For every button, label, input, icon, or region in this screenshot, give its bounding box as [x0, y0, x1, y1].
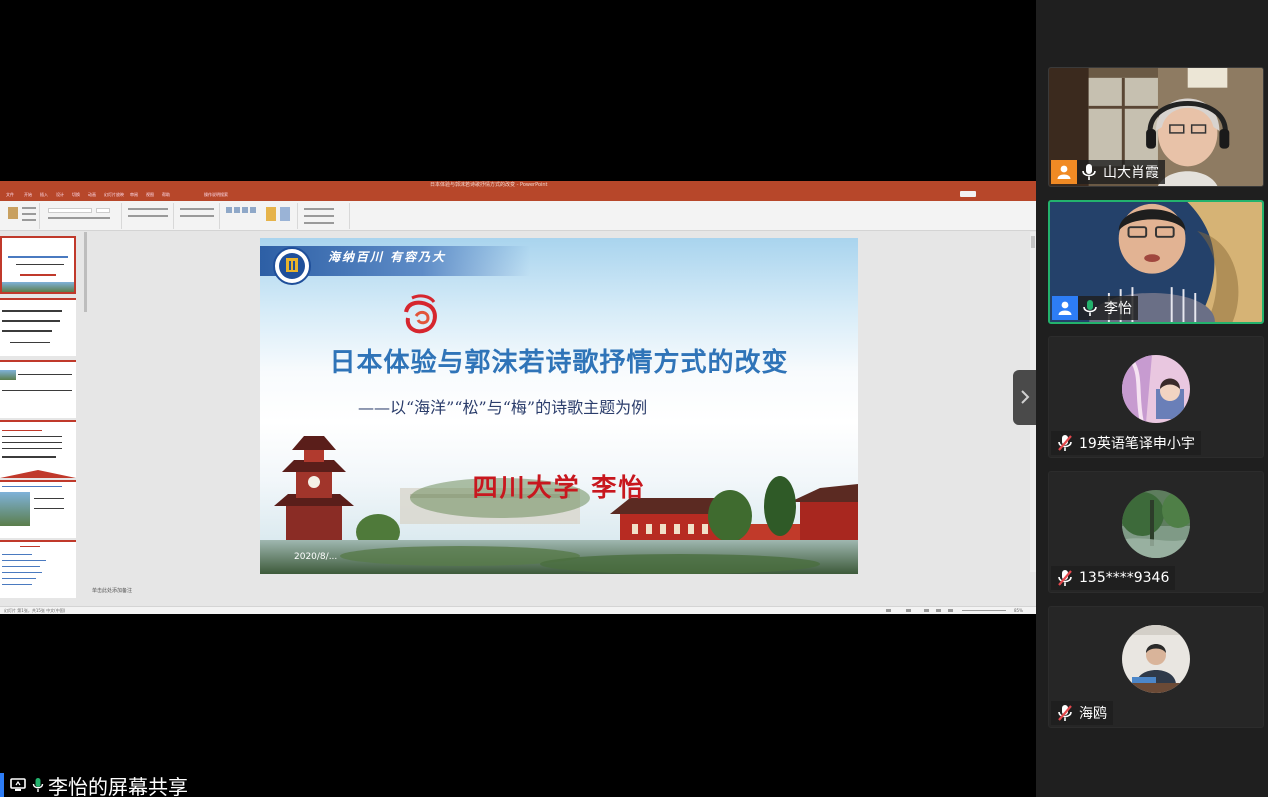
- ribbon-group-font: [42, 203, 122, 229]
- slide-thumbnail[interactable]: [0, 298, 76, 356]
- slide-subtitle: ——以“海洋”“松”与“梅”的诗歌主题为例: [358, 398, 648, 417]
- participant-tile[interactable]: 19英语笔译申小宇: [1048, 336, 1264, 458]
- slide-author: 四川大学 李怡: [472, 473, 646, 502]
- slide-motto: 海纳百川 有容乃大: [328, 250, 447, 264]
- slide-thumbnail[interactable]: [0, 236, 76, 294]
- notes-placeholder[interactable]: 单击此处添加备注: [92, 587, 132, 594]
- microphone-speaking-icon[interactable]: [1082, 299, 1098, 317]
- avatar-image: [1122, 355, 1190, 423]
- tab-slideshow[interactable]: 幻灯片放映: [104, 191, 124, 199]
- ribbon-group-editing: [300, 203, 350, 229]
- avatar-image: [1122, 490, 1190, 558]
- ribbon-group-slides: [176, 203, 220, 229]
- slide-thumbnail[interactable]: [0, 360, 76, 418]
- university-seal-icon: [273, 247, 311, 285]
- screen-share-owner: 李怡的屏幕共享: [48, 774, 188, 797]
- participant-name: 135****9346: [1079, 570, 1170, 586]
- slide-thumbnail[interactable]: [0, 420, 76, 478]
- avatar: [1122, 490, 1190, 558]
- host-badge: [1051, 160, 1077, 184]
- person-icon: [1057, 165, 1071, 179]
- avatar: [1122, 625, 1190, 693]
- tab-file[interactable]: 文件: [6, 191, 14, 199]
- participant-label: 李怡: [1052, 296, 1138, 320]
- share-indicator-bar: [0, 773, 4, 797]
- zoom-slider[interactable]: [962, 610, 1006, 611]
- tab-view[interactable]: 视图: [146, 191, 154, 199]
- slide-thumbnail-pane: [0, 232, 84, 602]
- notes-icon[interactable]: [886, 609, 891, 612]
- participant-tile[interactable]: 135****9346: [1048, 471, 1264, 593]
- ppt-share-button[interactable]: [960, 191, 976, 197]
- tab-home[interactable]: 开始: [24, 191, 32, 199]
- microphone-on-icon[interactable]: [1081, 163, 1097, 181]
- participant-name: 山大肖霞: [1103, 165, 1159, 181]
- normal-view-icon[interactable]: [924, 609, 929, 612]
- participant-label: 135****9346: [1051, 566, 1176, 590]
- participant-name: 海鸥: [1079, 706, 1107, 722]
- red-swirl-emblem-icon: [404, 294, 437, 334]
- person-icon: [1058, 301, 1072, 315]
- shared-screen: 日本体验与郭沫若诗歌抒情方式的改变 - PowerPoint 文件 开始 插入 …: [0, 0, 1037, 797]
- participant-label: 山大肖霞: [1051, 160, 1165, 184]
- meeting-window: 日本体验与郭沫若诗歌抒情方式的改变 - PowerPoint 文件 开始 插入 …: [0, 0, 1268, 797]
- participant-tile[interactable]: 李怡: [1048, 200, 1264, 324]
- participant-label: 19英语笔译申小宇: [1051, 431, 1201, 455]
- avatar-image: [1122, 625, 1190, 693]
- next-page-button[interactable]: [1013, 370, 1037, 425]
- participant-name: 19英语笔译申小宇: [1079, 436, 1195, 452]
- slide-scrollbar-thumb[interactable]: [1031, 236, 1035, 248]
- ppt-titlebar: 日本体验与郭沫若诗歌抒情方式的改变 - PowerPoint: [0, 181, 1036, 189]
- participant-tile[interactable]: 海鸥: [1048, 606, 1264, 728]
- tab-transitions[interactable]: 切换: [72, 191, 80, 199]
- avatar: [1122, 355, 1190, 423]
- microphone-muted-icon[interactable]: [1057, 434, 1073, 452]
- participant-label: 海鸥: [1051, 701, 1113, 725]
- microphone-muted-icon[interactable]: [1057, 569, 1073, 587]
- ribbon-group-paragraph: [124, 203, 174, 229]
- ppt-ribbon-tabs: 文件 开始 插入 设计 切换 动画 幻灯片放映 审阅 视图 帮助 操作说明搜索: [0, 189, 1036, 201]
- tab-design[interactable]: 设计: [56, 191, 64, 199]
- ribbon-group-clipboard: [2, 203, 40, 229]
- slide-thumbnail[interactable]: [0, 540, 76, 598]
- microphone-muted-icon[interactable]: [1057, 704, 1073, 722]
- comments-icon[interactable]: [906, 609, 911, 612]
- tab-review[interactable]: 审阅: [130, 191, 138, 199]
- slide-thumbnail[interactable]: [0, 480, 76, 538]
- thumbnail-scrollbar[interactable]: [84, 232, 87, 312]
- participant-name: 李怡: [1104, 301, 1132, 317]
- reading-view-icon[interactable]: [948, 609, 953, 612]
- screen-share-label: 李怡的屏幕共享: [0, 773, 188, 797]
- ribbon-group-drawing: [222, 203, 298, 229]
- zoom-level[interactable]: 85%: [1014, 607, 1023, 614]
- tab-insert[interactable]: 插入: [40, 191, 48, 199]
- tab-animations[interactable]: 动画: [88, 191, 96, 199]
- slide-date: 2020/8/...: [294, 552, 338, 562]
- ppt-status-bar: 幻灯片 第1张，共15张 中文(中国) 85%: [0, 606, 1036, 614]
- tab-help[interactable]: 帮助: [162, 191, 170, 199]
- tell-me-search[interactable]: 操作说明搜索: [204, 191, 228, 199]
- cohost-badge: [1052, 296, 1078, 320]
- microphone-on-icon: [32, 778, 44, 792]
- sorter-view-icon[interactable]: [936, 609, 941, 612]
- current-slide: 海纳百川 有容乃大 日本体验与郭沫若诗歌抒情方式的改变 ——以“海洋”“松”与“…: [260, 238, 858, 574]
- slide-count-status: 幻灯片 第1张，共15张 中文(中国): [4, 608, 66, 613]
- ppt-ribbon: [0, 201, 1036, 231]
- participant-panel: 山大肖霞 李怡 19英语笔译申小宇 135****9346 海鸥: [1036, 0, 1268, 797]
- screen-share-icon: [10, 778, 26, 791]
- chevron-right-icon: [1021, 390, 1030, 404]
- ppt-window-title: 日本体验与郭沫若诗歌抒情方式的改变 - PowerPoint: [430, 182, 548, 188]
- participant-tile[interactable]: 山大肖霞: [1048, 67, 1264, 187]
- slide-title: 日本体验与郭沫若诗歌抒情方式的改变: [329, 348, 789, 378]
